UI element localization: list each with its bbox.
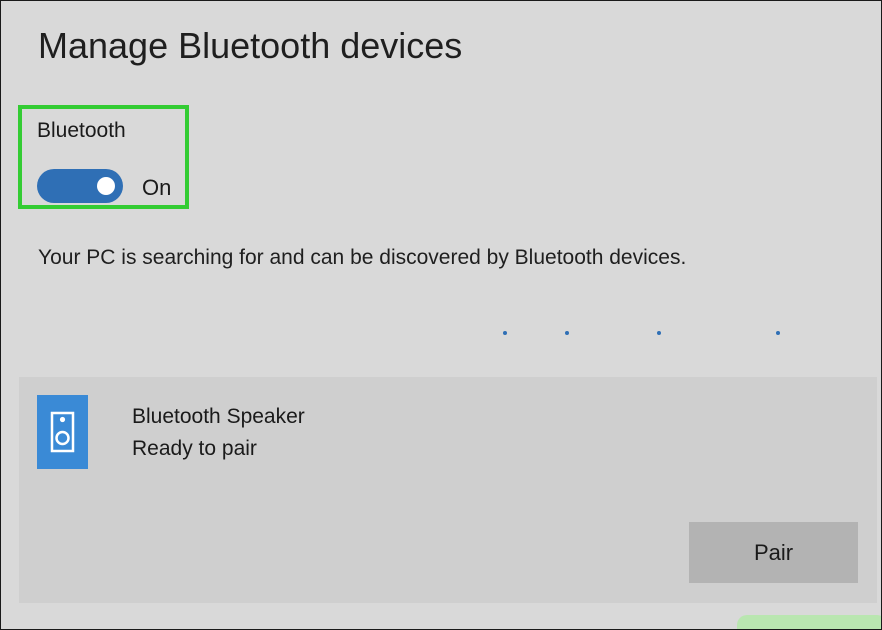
progress-dot (565, 331, 569, 335)
toggle-knob (97, 177, 115, 195)
speaker-icon (37, 395, 88, 469)
progress-dot (657, 331, 661, 335)
progress-dot (776, 331, 780, 335)
bluetooth-label: Bluetooth (37, 119, 126, 142)
device-list-item[interactable]: Bluetooth Speaker Ready to pair Pair (19, 377, 877, 603)
device-status: Ready to pair (132, 437, 257, 460)
partial-button-edge (737, 615, 881, 629)
discovery-message: Your PC is searching for and can be disc… (38, 246, 687, 269)
bluetooth-toggle[interactable] (37, 169, 123, 203)
pair-button[interactable]: Pair (689, 522, 858, 583)
device-name: Bluetooth Speaker (132, 405, 305, 428)
toggle-state-label: On (142, 175, 172, 200)
progress-dot (503, 331, 507, 335)
settings-window: Manage Bluetooth devices Bluetooth On Yo… (0, 0, 882, 630)
page-title: Manage Bluetooth devices (38, 25, 463, 66)
bluetooth-highlight-box: Bluetooth On (18, 105, 189, 209)
